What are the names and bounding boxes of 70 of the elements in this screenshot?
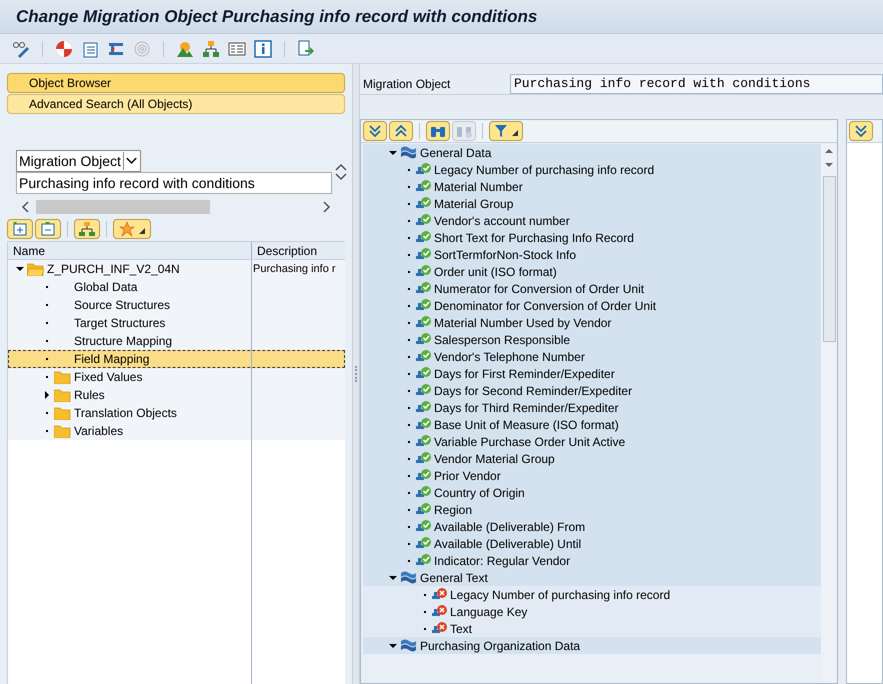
hierarchy-icon[interactable] — [202, 40, 220, 58]
collapse-all-icon — [40, 221, 56, 237]
list-icon[interactable] — [228, 40, 246, 58]
tree-node-label[interactable]: Global Data — [74, 278, 138, 296]
column-header[interactable]: Name — [8, 242, 252, 259]
scroll-down-icon[interactable] — [335, 172, 347, 182]
expand-all-icon — [12, 221, 28, 237]
double-chevron-up-icon — [394, 124, 408, 138]
folder-icon — [54, 424, 71, 438]
selected-tree-row[interactable]: Field Mapping — [8, 350, 345, 368]
description-cell-text: Purchasing info r — [253, 262, 336, 277]
structure-label[interactable]: General Data — [420, 144, 492, 162]
favorites-button[interactable] — [113, 219, 151, 239]
vertical-scrollbar-thumb[interactable] — [822, 176, 836, 342]
find-button[interactable] — [426, 121, 450, 141]
object-type-dropdown[interactable]: Migration Object — [16, 150, 141, 172]
collapse-button[interactable] — [389, 121, 413, 141]
expanded-caret-icon[interactable] — [389, 574, 397, 582]
expanded-caret-icon[interactable] — [16, 265, 24, 273]
nav-button[interactable]: Advanced Search (All Objects) — [7, 94, 345, 114]
collapse-all-button[interactable] — [35, 219, 61, 239]
filter-button[interactable] — [489, 121, 523, 141]
filter-icon — [494, 124, 508, 138]
tree-node-label[interactable]: Rules — [74, 386, 105, 404]
tree-node-label[interactable]: Variables — [74, 422, 124, 440]
column-header[interactable]: Description — [252, 242, 345, 259]
nav-button[interactable]: Object Browser — [7, 73, 345, 93]
structure-label[interactable]: General Text — [420, 568, 488, 586]
document-icon[interactable] — [81, 40, 99, 58]
field-label[interactable]: Material Group — [434, 194, 514, 212]
info-icon[interactable] — [254, 40, 272, 58]
binoculars-icon — [430, 124, 446, 138]
expanded-caret-icon[interactable] — [389, 642, 397, 650]
expand-all-button[interactable] — [7, 219, 33, 239]
folder-icon — [54, 388, 71, 402]
open-folder-icon — [27, 262, 44, 276]
dropdown-corner-icon — [139, 228, 145, 234]
double-chevron-down-icon — [368, 124, 382, 138]
field-label[interactable]: Region — [434, 500, 472, 518]
field-label[interactable]: Text — [450, 620, 472, 638]
expand-button[interactable] — [363, 121, 387, 141]
search-input[interactable]: Purchasing info record with conditions — [16, 172, 332, 194]
folder-icon — [54, 370, 71, 384]
window-title: Change Migration Object Purchasing info record with conditions — [16, 6, 538, 28]
field-label[interactable]: Language Key — [450, 602, 528, 620]
field-label[interactable]: Prior Vendor — [434, 466, 501, 484]
hierarchy-button[interactable] — [74, 219, 100, 239]
scroll-up-icon[interactable] — [335, 162, 347, 172]
expand-button[interactable] — [849, 121, 873, 141]
display-change-icon[interactable] — [12, 40, 30, 58]
expanded-caret-icon[interactable] — [389, 148, 397, 156]
lifebuoy-icon[interactable] — [55, 40, 73, 58]
collapsed-caret-icon[interactable] — [43, 391, 51, 399]
horizontal-scrollbar-thumb[interactable] — [36, 200, 210, 214]
structure-flag-icon — [400, 638, 417, 652]
landscape-icon[interactable] — [176, 40, 194, 58]
export-icon[interactable] — [297, 40, 315, 58]
migration-object-field[interactable]: Purchasing info record with conditions — [510, 74, 883, 94]
hierarchy-icon — [79, 221, 95, 237]
tree-node-label[interactable]: Field Mapping — [74, 350, 150, 368]
scroll-left-icon[interactable] — [20, 201, 30, 213]
field-label: Migration Object — [362, 76, 452, 92]
structure-flag-icon — [400, 146, 417, 160]
star-icon — [119, 221, 135, 237]
double-chevron-down-icon — [854, 124, 868, 138]
folder-icon — [54, 406, 71, 420]
dropdown-corner-icon — [512, 130, 518, 136]
scroll-right-icon[interactable] — [322, 201, 332, 213]
tree-node-label[interactable]: Z_PURCH_INF_V2_04N — [47, 260, 180, 278]
structure-flag-icon — [400, 570, 417, 584]
